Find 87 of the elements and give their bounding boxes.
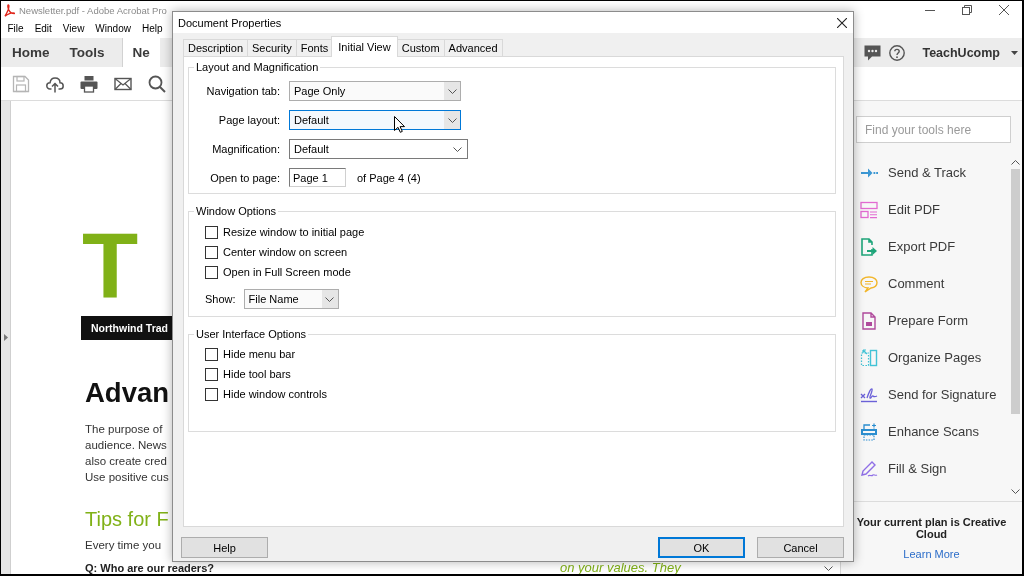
checkbox[interactable] [205, 387, 218, 401]
dialog-button[interactable]: Help [181, 537, 268, 558]
chevron-down-icon[interactable] [325, 296, 335, 302]
close-icon [998, 5, 1009, 15]
tool-item[interactable]: Prepare Form [860, 302, 969, 339]
group-title: User Interface Options [195, 328, 308, 341]
nav-tab[interactable]: Home [1, 38, 60, 67]
field-label: Magnification: [212, 143, 280, 155]
checkbox-label: Hide window controls [223, 388, 327, 400]
learn-more-link[interactable]: Learn More [903, 548, 960, 560]
menu-item[interactable]: Edit [29, 23, 58, 34]
field-label: Show: [205, 293, 236, 305]
paragraph-line: audience. News [85, 438, 167, 453]
comment-icon[interactable] [864, 44, 882, 61]
tool-item[interactable]: Fill & Sign [860, 450, 947, 487]
chevron-down-icon[interactable] [447, 88, 457, 94]
body-text: Every time you [85, 538, 162, 553]
checkbox-label: Open in Full Screen mode [223, 266, 351, 278]
menu-item[interactable]: Help [136, 23, 168, 34]
printer-icon[interactable] [80, 74, 98, 93]
checkbox[interactable] [205, 225, 218, 239]
dialog-button[interactable]: Cancel [757, 537, 844, 558]
chevron-up-icon[interactable] [1010, 160, 1020, 165]
subheading-text: Tips for F [85, 507, 169, 531]
group-title: Window Options [195, 205, 278, 218]
checkbox-label: Hide tool bars [223, 368, 291, 380]
window-title: Newsletter.pdf - Adobe Acrobat Pro [19, 4, 167, 16]
nav-tab[interactable]: Ne [122, 38, 160, 67]
plan-text: Your current plan is Creative Cloud [855, 516, 1008, 540]
search-field[interactable]: Find your tools here [856, 116, 1011, 143]
checkbox[interactable] [205, 347, 218, 361]
checkbox[interactable] [205, 265, 218, 279]
field-label: Open to page: [210, 171, 280, 184]
close-icon [837, 17, 847, 28]
checkbox-label: Resize window to initial page [223, 226, 365, 238]
paragraph-line: Use positive cus [85, 470, 169, 485]
tool-item[interactable]: Send & Track [860, 154, 967, 191]
banner: Northwind Trad [81, 316, 172, 340]
dialog-tab[interactable]: Security [247, 39, 297, 56]
dropdown[interactable]: File Name [243, 289, 339, 309]
paragraph-line: also create cred [85, 454, 167, 469]
paragraph-line: The purpose of [85, 422, 163, 437]
chevron-down-icon[interactable] [824, 566, 833, 571]
restore-icon [961, 5, 972, 15]
pdf-file-icon [4, 3, 15, 17]
expand-triangle-icon[interactable] [3, 334, 8, 341]
menu-item[interactable]: View [57, 23, 90, 34]
group-title: Layout and Magnification [195, 61, 320, 74]
search-icon[interactable] [148, 74, 166, 93]
title-text: T [82, 220, 139, 312]
dropdown[interactable]: Page Only [289, 81, 461, 101]
checkbox[interactable] [205, 245, 218, 259]
page-field[interactable]: Page 1 [289, 168, 346, 187]
heading-text: Advan [85, 378, 170, 406]
account-name[interactable]: TeachUcomp [922, 45, 1000, 60]
tool-item[interactable]: Comment [860, 265, 945, 302]
field-label: Navigation tab: [206, 85, 280, 97]
question-text: Q: Who are our readers? [85, 562, 214, 574]
chevron-down-icon[interactable] [447, 117, 457, 123]
field-label: Page layout: [218, 114, 280, 126]
tool-item[interactable]: Export PDF [860, 228, 956, 265]
dropdown[interactable]: Default [289, 110, 461, 130]
caret-down-icon[interactable] [1011, 50, 1018, 55]
nav-tab[interactable]: Tools [59, 38, 123, 67]
chevron-down-icon[interactable] [1010, 489, 1020, 494]
chevron-down-icon[interactable] [453, 146, 462, 152]
dialog-tab[interactable]: Description [183, 39, 249, 56]
checkbox-label: Center window on screen [223, 246, 348, 258]
menu-item[interactable]: Window [89, 23, 137, 34]
combo-box[interactable]: Default [289, 139, 468, 159]
tool-item[interactable]: Send for Signature [860, 376, 997, 413]
menu-item[interactable]: File [2, 23, 30, 34]
checkbox[interactable] [205, 367, 218, 381]
tool-item[interactable]: Organize Pages [860, 339, 982, 376]
dialog-tab[interactable]: Initial View [331, 36, 398, 57]
quote-text: on your values. They [560, 562, 681, 574]
cloud-upload-icon[interactable] [46, 74, 64, 93]
checkbox-label: Hide menu bar [223, 348, 296, 360]
dialog-title: Document Properties [178, 16, 282, 29]
dialog-tab[interactable]: Advanced [443, 39, 503, 56]
help-icon[interactable] [889, 44, 906, 61]
tool-item[interactable]: Edit PDF [860, 191, 940, 228]
dialog-button[interactable]: OK [658, 537, 745, 558]
tool-item[interactable]: Enhance Scans [860, 413, 980, 450]
mouse-pointer-icon [394, 116, 405, 133]
scrollbar-thumb[interactable] [1010, 169, 1020, 414]
page-count-label: of Page 4 (4) [357, 171, 421, 184]
